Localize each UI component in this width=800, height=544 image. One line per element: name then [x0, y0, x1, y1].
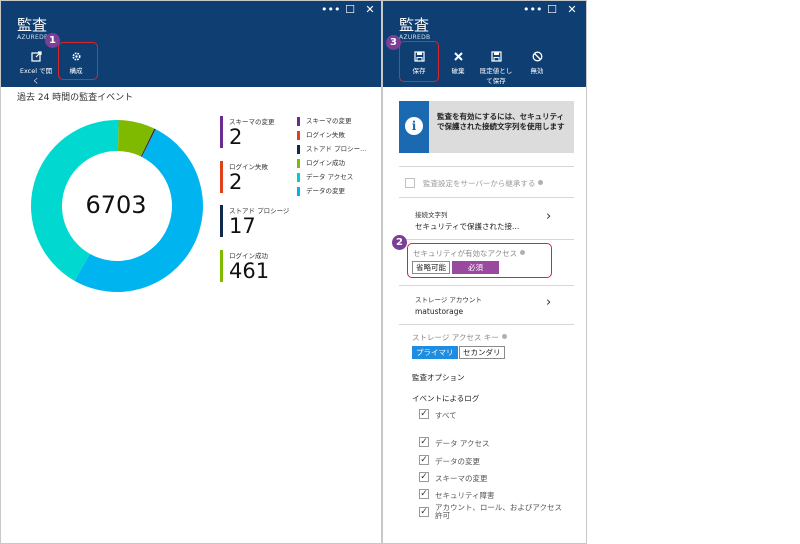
- disable-label: 無効: [530, 67, 544, 75]
- log-security-failure-label: セキュリティ障害: [435, 491, 495, 500]
- legend-item: ログイン成功: [297, 159, 345, 168]
- log-data-change-checkbox[interactable]: ✓: [419, 455, 429, 465]
- log-account-role-label: アカウント、ロール、およびアクセス許可: [435, 503, 562, 520]
- info-text: 監査を有効にするには、セキュリティで保護された接続文字列を使用します: [437, 112, 565, 131]
- more-options-icon[interactable]: •••: [523, 3, 542, 16]
- chevron-right-icon[interactable]: ›: [546, 295, 551, 310]
- chart-title: 過去 24 時間の監査イベント: [17, 93, 134, 103]
- info-banner: i 監査を有効にするには、セキュリティで保護された接続文字列を使用します: [399, 101, 574, 153]
- excel-open-icon: [30, 51, 42, 62]
- primary-key-button[interactable]: プライマリ: [412, 346, 458, 359]
- metric-schema-change[interactable]: スキーマの変更 2: [220, 116, 275, 148]
- metric-login-failed[interactable]: ログイン失敗 2: [220, 161, 268, 193]
- discard-button[interactable]: 破棄: [445, 51, 471, 75]
- info-icon: i: [405, 117, 423, 135]
- storage-account-value[interactable]: matustorage: [415, 307, 463, 316]
- storage-account-label: ストレージ アカウント: [415, 296, 482, 304]
- log-all-label: すべて: [435, 411, 457, 420]
- callout-badge-1: 1: [45, 33, 60, 48]
- metric-value: 2: [229, 125, 243, 149]
- disable-icon: [532, 51, 542, 62]
- connection-string-label: 接続文字列: [415, 211, 448, 219]
- disable-button[interactable]: 無効: [525, 51, 549, 75]
- save-default-icon: [490, 51, 502, 62]
- log-security-failure-checkbox[interactable]: ✓: [419, 489, 429, 499]
- chevron-right-icon[interactable]: ›: [546, 209, 551, 224]
- blade-subtitle: AZUREDB: [399, 34, 431, 41]
- secondary-key-button[interactable]: セカンダリ: [459, 346, 505, 359]
- excel-open-button[interactable]: Excel で開く: [17, 51, 55, 85]
- discard-icon: [453, 52, 463, 61]
- audit-settings-blade: 監査 AZUREDB ••• ☐ ✕ 保存 破棄 既定値として保存 無効 3 i…: [382, 0, 587, 544]
- blade-subtitle: AZUREDB: [17, 34, 49, 41]
- excel-open-label: Excel で開く: [19, 67, 53, 85]
- callout-badge-2: 2: [392, 235, 407, 250]
- legend-item: スキーマの変更: [297, 117, 352, 126]
- secure-access-label: セキュリティが有効なアクセス: [413, 248, 526, 259]
- save-as-default-button[interactable]: 既定値として保存: [477, 51, 515, 85]
- log-data-access-label: データ アクセス: [435, 439, 490, 448]
- log-by-event-heading: イベントによるログ: [412, 394, 480, 403]
- inherit-checkbox[interactable]: [405, 178, 415, 188]
- inherit-label: 監査設定をサーバーから継承する: [423, 178, 544, 189]
- close-icon[interactable]: ✕: [363, 3, 377, 16]
- info-dot-icon: [538, 180, 544, 185]
- log-all-checkbox[interactable]: ✓: [419, 409, 429, 419]
- log-data-change-label: データの変更: [435, 457, 480, 466]
- log-account-role-checkbox[interactable]: ✓: [419, 507, 429, 517]
- metric-value: 2: [229, 170, 243, 194]
- info-dot-icon: [501, 334, 507, 339]
- audit-options-heading: 監査オプション: [412, 373, 465, 382]
- log-data-access-checkbox[interactable]: ✓: [419, 437, 429, 447]
- maximize-icon[interactable]: ☐: [545, 3, 559, 16]
- configure-callout-box: [58, 42, 98, 80]
- metric-login-success[interactable]: ログイン成功 461: [220, 250, 269, 282]
- maximize-icon[interactable]: ☐: [343, 3, 357, 16]
- info-dot-icon: [520, 250, 526, 255]
- secure-access-optional-button[interactable]: 省略可能: [412, 261, 450, 274]
- metric-value: 17: [229, 214, 256, 238]
- blade-title: 監査: [17, 16, 48, 34]
- connection-string-value[interactable]: セキュリティで保護された接...: [415, 221, 519, 232]
- legend-item: データ アクセス: [297, 173, 353, 182]
- save-callout-box: [399, 41, 439, 82]
- blade-title: 監査: [399, 16, 430, 34]
- callout-badge-3: 3: [386, 35, 401, 50]
- more-options-icon[interactable]: •••: [321, 3, 340, 16]
- log-schema-change-checkbox[interactable]: ✓: [419, 472, 429, 482]
- storage-key-label: ストレージ アクセス キー: [412, 332, 507, 343]
- legend-item: ログイン失敗: [297, 131, 345, 140]
- close-icon[interactable]: ✕: [565, 3, 579, 16]
- save-as-default-label: 既定値として保存: [479, 67, 513, 85]
- log-schema-change-label: スキーマの変更: [435, 474, 488, 483]
- donut-total: 6703: [85, 191, 147, 219]
- discard-label: 破棄: [451, 67, 465, 75]
- metric-value: 461: [229, 259, 270, 283]
- secure-access-required-button[interactable]: 必須: [452, 261, 499, 274]
- legend-item: データの変更: [297, 187, 345, 196]
- legend-item: ストアド プロシー...: [297, 145, 366, 154]
- metric-stored-procedure[interactable]: ストアド プロシージ 17: [220, 205, 289, 237]
- audit-chart-blade: 監査 AZUREDB ••• ☐ ✕ Excel で開く 構成 1 過去 24 …: [0, 0, 382, 544]
